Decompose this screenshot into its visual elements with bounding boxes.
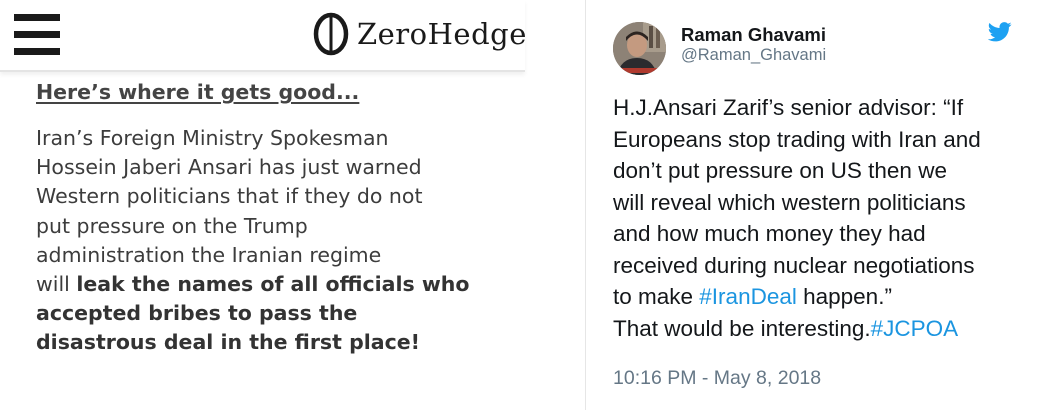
tweet-line: That would be interesting.#JCPOA (613, 313, 1033, 345)
zerohedge-article-panel: ZeroHedge Here’s where it gets good... I… (0, 0, 527, 410)
body-line: put pressure on the Trump (36, 213, 308, 238)
zerohedge-logo-icon (313, 12, 349, 56)
avatar-photo (613, 22, 666, 75)
article-body: Iran’s Foreign Ministry Spokesman Hossei… (36, 124, 506, 358)
body-line: will leak the names of all officials who (36, 270, 506, 299)
body-line: disastrous deal in the first place! (36, 328, 506, 357)
body-line: Iran’s Foreign Ministry Spokesman (36, 126, 389, 150)
article-headline: Here’s where it gets good... (36, 80, 360, 104)
tweet-line: and how much money they had (613, 221, 926, 246)
tweet-line: received during nuclear negotiations (613, 252, 975, 278)
twitter-bird-icon[interactable] (988, 22, 1012, 42)
avatar[interactable] (613, 22, 666, 75)
tweet-line: Europeans stop trading with Iran and (613, 126, 981, 152)
hashtag-link-jcpoa[interactable]: #JCPOA (871, 316, 959, 341)
tweet-author-name[interactable]: Raman Ghavami (681, 24, 826, 46)
tweet-timestamp[interactable]: 10:16 PM - May 8, 2018 (613, 367, 821, 390)
tweet-line: will reveal which western politicians (613, 189, 966, 215)
tweet-line: H.J.Ansari Zarif’s senior advisor: “If (613, 95, 964, 120)
body-text-bold: leak the names of all officials who (76, 272, 470, 297)
tweet-line: to make #IranDeal happen.” (613, 281, 1033, 313)
body-text-plain: will (36, 272, 77, 297)
tweet-text-plain: happen.” (796, 284, 892, 309)
site-header: ZeroHedge (0, 0, 527, 72)
site-name: ZeroHedge (357, 17, 527, 51)
tweet-author-handle[interactable]: @Raman_Ghavami (681, 46, 826, 65)
hamburger-menu-icon[interactable] (14, 14, 60, 56)
hashtag-link-irandeal[interactable]: #IranDeal (699, 284, 797, 309)
site-logo[interactable]: ZeroHedge (313, 11, 527, 57)
body-line: Western politicians that if they do not (36, 184, 423, 209)
tweet-text-plain: That would be interesting. (613, 315, 871, 341)
tweet-text-plain: to make (613, 284, 700, 309)
body-line: accepted bribes to pass the (36, 299, 506, 328)
body-line: Hossein Jaberi Ansari has just warned (36, 155, 422, 180)
body-line: administration the Iranian regime (36, 242, 382, 267)
body-text-bold: disastrous deal in the first place! (36, 330, 421, 355)
tweet-line: don’t put pressure on US then we (613, 158, 947, 183)
body-text-bold: accepted bribes to pass the (36, 301, 358, 326)
tweet-text: H.J.Ansari Zarif’s senior advisor: “If E… (613, 92, 1033, 344)
